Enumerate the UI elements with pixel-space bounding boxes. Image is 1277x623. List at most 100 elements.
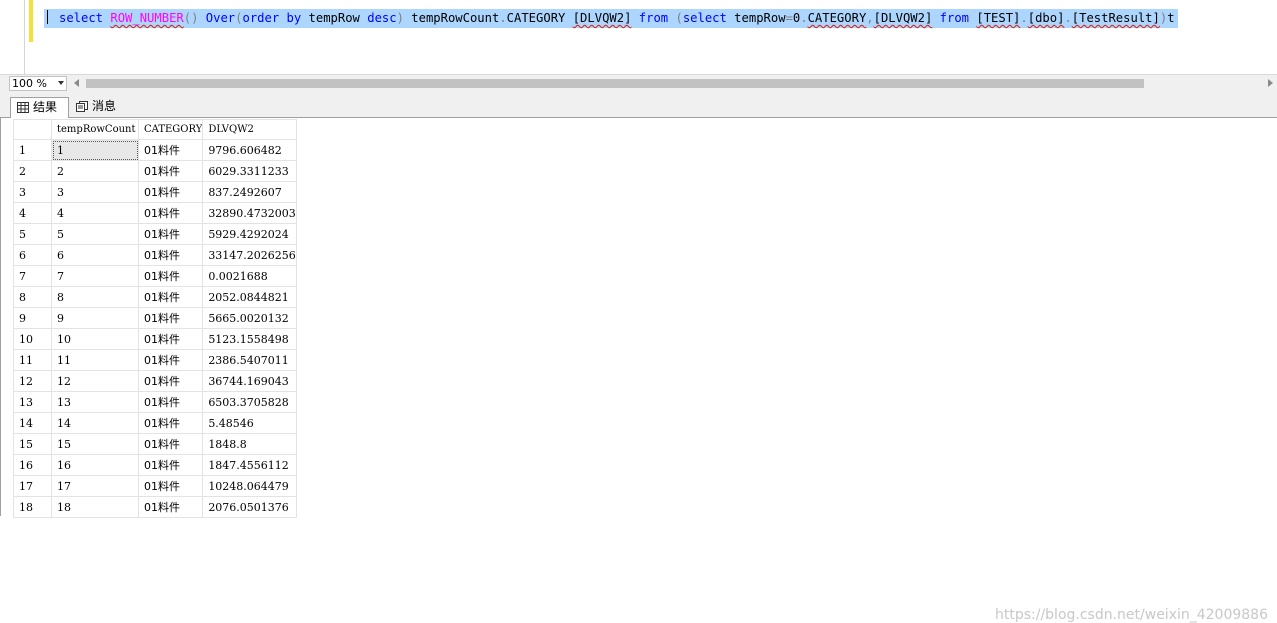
row-number-cell[interactable]: 13	[13, 391, 52, 413]
table-row[interactable]: 6 6 01料件 33147.2026256	[13, 244, 297, 266]
table-row[interactable]: 14 14 01料件 5.48546	[13, 412, 297, 434]
temprowcount-cell[interactable]: 8	[51, 286, 139, 308]
category-cell[interactable]: 01料件	[137, 181, 204, 203]
scroll-right-icon[interactable]	[1268, 79, 1273, 87]
row-number-cell[interactable]: 12	[13, 370, 52, 392]
category-cell[interactable]: 01料件	[137, 391, 204, 413]
dlvqw2-cell[interactable]: 5.48546	[202, 412, 297, 434]
temprowcount-cell[interactable]: 2	[51, 160, 139, 182]
temprowcount-cell[interactable]: 9	[51, 307, 139, 329]
category-cell[interactable]: 01料件	[137, 244, 204, 266]
temprowcount-cell[interactable]: 4	[51, 202, 139, 224]
row-number-cell[interactable]: 2	[13, 160, 52, 182]
sql-statement[interactable]: select ROW_NUMBER() Over (order by tempRo…	[44, 9, 1178, 28]
scroll-left-icon[interactable]	[74, 79, 79, 87]
table-row[interactable]: 10 10 01料件 5123.1558498	[13, 328, 297, 350]
dlvqw2-cell[interactable]: 5665.0020132	[202, 307, 297, 329]
temprowcount-cell[interactable]: 13	[51, 391, 139, 413]
zoom-dropdown[interactable]: 100 %	[9, 76, 67, 91]
category-cell[interactable]: 01料件	[137, 202, 204, 224]
category-cell[interactable]: 01料件	[137, 223, 204, 245]
column-header-dlvqw2[interactable]: DLVQW2	[202, 119, 297, 140]
dlvqw2-cell[interactable]: 2076.0501376	[202, 496, 297, 518]
temprowcount-cell[interactable]: 5	[51, 223, 139, 245]
row-number-header[interactable]	[13, 119, 52, 140]
category-cell[interactable]: 01料件	[137, 265, 204, 287]
dlvqw2-cell[interactable]: 6503.3705828	[202, 391, 297, 413]
table-row[interactable]: 1 1 01料件 9796.606482	[13, 139, 297, 161]
temprowcount-cell[interactable]: 3	[51, 181, 139, 203]
dlvqw2-cell[interactable]: 33147.2026256	[202, 244, 297, 266]
category-cell[interactable]: 01料件	[137, 454, 204, 476]
dlvqw2-cell[interactable]: 0.0021688	[202, 265, 297, 287]
temprowcount-cell[interactable]: 12	[51, 370, 139, 392]
table-row[interactable]: 16 16 01料件 1847.4556112	[13, 454, 297, 476]
category-cell[interactable]: 01料件	[137, 139, 204, 161]
category-cell[interactable]: 01料件	[137, 433, 204, 455]
tab-messages[interactable]: 消息	[70, 97, 125, 118]
row-number-cell[interactable]: 9	[13, 307, 52, 329]
dlvqw2-cell[interactable]: 36744.169043	[202, 370, 297, 392]
horizontal-scrollbar[interactable]	[72, 77, 1277, 90]
row-number-cell[interactable]: 17	[13, 475, 52, 497]
row-number-cell[interactable]: 4	[13, 202, 52, 224]
table-row[interactable]: 18 18 01料件 2076.0501376	[13, 496, 297, 518]
tab-results[interactable]: 结果	[10, 97, 69, 118]
row-number-cell[interactable]: 14	[13, 412, 52, 434]
scrollbar-thumb[interactable]	[86, 79, 1144, 88]
table-row[interactable]: 8 8 01料件 2052.0844821	[13, 286, 297, 308]
table-row[interactable]: 2 2 01料件 6029.3311233	[13, 160, 297, 182]
dlvqw2-cell[interactable]: 10248.064479	[202, 475, 297, 497]
dlvqw2-cell[interactable]: 32890.4732003	[202, 202, 297, 224]
row-number-cell[interactable]: 5	[13, 223, 52, 245]
temprowcount-cell[interactable]: 11	[51, 349, 139, 371]
temprowcount-cell[interactable]: 15	[51, 433, 139, 455]
dlvqw2-cell[interactable]: 5929.4292024	[202, 223, 297, 245]
category-cell[interactable]: 01料件	[137, 412, 204, 434]
temprowcount-cell[interactable]: 17	[51, 475, 139, 497]
table-row[interactable]: 12 12 01料件 36744.169043	[13, 370, 297, 392]
category-cell[interactable]: 01料件	[137, 475, 204, 497]
category-cell[interactable]: 01料件	[137, 370, 204, 392]
row-number-cell[interactable]: 7	[13, 265, 52, 287]
column-header-temprowcount[interactable]: tempRowCount	[51, 119, 139, 140]
dlvqw2-cell[interactable]: 9796.606482	[202, 139, 297, 161]
table-row[interactable]: 11 11 01料件 2386.5407011	[13, 349, 297, 371]
row-number-cell[interactable]: 15	[13, 433, 52, 455]
table-row[interactable]: 7 7 01料件 0.0021688	[13, 265, 297, 287]
category-cell[interactable]: 01料件	[137, 328, 204, 350]
query-editor[interactable]: select ROW_NUMBER() Over (order by tempRo…	[0, 0, 1277, 74]
category-cell[interactable]: 01料件	[137, 349, 204, 371]
row-number-cell[interactable]: 16	[13, 454, 52, 476]
dlvqw2-cell[interactable]: 2386.5407011	[202, 349, 297, 371]
temprowcount-cell[interactable]: 14	[51, 412, 139, 434]
dlvqw2-cell[interactable]: 6029.3311233	[202, 160, 297, 182]
temprowcount-cell[interactable]: 16	[51, 454, 139, 476]
category-cell[interactable]: 01料件	[137, 160, 204, 182]
category-cell[interactable]: 01料件	[137, 307, 204, 329]
dlvqw2-cell[interactable]: 837.2492607	[202, 181, 297, 203]
row-number-cell[interactable]: 6	[13, 244, 52, 266]
dlvqw2-cell[interactable]: 1847.4556112	[202, 454, 297, 476]
row-number-cell[interactable]: 10	[13, 328, 52, 350]
table-row[interactable]: 17 17 01料件 10248.064479	[13, 475, 297, 497]
table-row[interactable]: 15 15 01料件 1848.8	[13, 433, 297, 455]
temprowcount-cell[interactable]: 7	[51, 265, 139, 287]
table-row[interactable]: 9 9 01料件 5665.0020132	[13, 307, 297, 329]
row-number-cell[interactable]: 1	[13, 139, 52, 161]
temprowcount-cell[interactable]: 18	[51, 496, 139, 518]
row-number-cell[interactable]: 8	[13, 286, 52, 308]
dlvqw2-cell[interactable]: 1848.8	[202, 433, 297, 455]
table-row[interactable]: 3 3 01料件 837.2492607	[13, 181, 297, 203]
temprowcount-cell[interactable]: 10	[51, 328, 139, 350]
results-grid[interactable]: tempRowCount CATEGORY DLVQW2 1 1 01料件 9796.…	[13, 119, 297, 518]
table-row[interactable]: 4 4 01料件 32890.4732003	[13, 202, 297, 224]
temprowcount-cell[interactable]: 1	[51, 139, 139, 161]
column-header-category[interactable]: CATEGORY	[137, 119, 204, 140]
temprowcount-cell[interactable]: 6	[51, 244, 139, 266]
category-cell[interactable]: 01料件	[137, 286, 204, 308]
row-number-cell[interactable]: 3	[13, 181, 52, 203]
row-number-cell[interactable]: 18	[13, 496, 52, 518]
dlvqw2-cell[interactable]: 5123.1558498	[202, 328, 297, 350]
row-number-cell[interactable]: 11	[13, 349, 52, 371]
